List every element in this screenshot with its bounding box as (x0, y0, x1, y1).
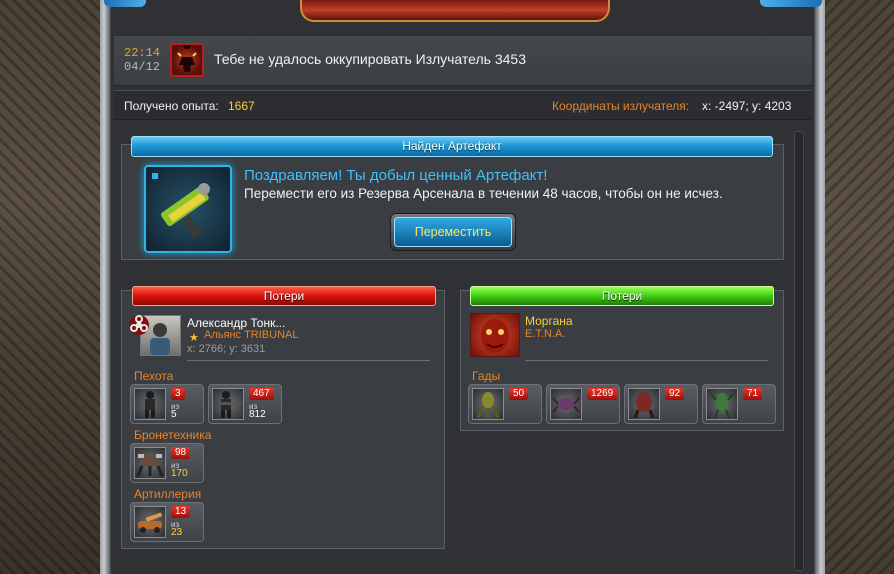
unit-card[interactable]: 1269 (546, 384, 620, 424)
enemy-name[interactable]: Моргана (525, 314, 573, 328)
units-total: 170 (171, 468, 188, 479)
divider (187, 360, 430, 361)
background-right (819, 0, 894, 574)
enemy-avatar[interactable] (470, 313, 520, 357)
player-alliance[interactable]: Альянс TRIBUNAL (204, 329, 298, 341)
xp-value: 1667 (228, 99, 255, 113)
units-lost-badge: 98 (171, 447, 191, 459)
units-lost-badge: 50 (509, 388, 529, 400)
mantis-icon (706, 388, 738, 420)
units-lost-badge: 1269 (587, 388, 618, 400)
artifact-weapon-icon[interactable] (144, 165, 232, 253)
units-lost-badge: 71 (743, 388, 763, 400)
xp-label: Получено опыта: (124, 99, 219, 113)
soldier-icon (134, 388, 166, 420)
artifact-header: Найден Артефакт (131, 136, 773, 157)
message-bar: 22:14 04/12 Тебе не удалось оккупировать… (114, 36, 812, 86)
units-total: 5 (171, 409, 177, 420)
artifact-title: Поздравляем! Ты добыл ценный Артефакт! (244, 167, 548, 184)
move-artifact-button[interactable]: Переместить (390, 213, 516, 251)
category-artillery: Артиллерия (134, 487, 202, 501)
window-top-ornament (300, 0, 610, 22)
message-date: 04/12 (124, 60, 161, 74)
move-artifact-label[interactable]: Переместить (394, 217, 512, 247)
category-creatures: Гады (472, 369, 501, 383)
artillery-icon (134, 506, 166, 538)
biohazard-icon (127, 313, 151, 337)
info-bar: Получено опыта: 1667 Координаты излучате… (114, 90, 812, 120)
unit-card[interactable]: 98 из 170 (130, 443, 204, 483)
unit-card[interactable]: 50 (468, 384, 542, 424)
units-lost-badge: 13 (171, 506, 191, 518)
sniper-icon (212, 388, 244, 420)
divider (525, 360, 768, 361)
unit-card[interactable]: 3 из 5 (130, 384, 204, 424)
units-lost-badge: 3 (171, 388, 185, 400)
category-infantry: Пехота (134, 369, 174, 383)
unit-card[interactable]: 467 из 812 (208, 384, 282, 424)
units-total: 23 (171, 527, 183, 538)
failed-occupation-icon (170, 41, 204, 77)
artifact-subtitle: Перемести его из Резерва Арсенала в тече… (244, 186, 723, 201)
spider-icon (550, 388, 582, 420)
unit-card[interactable]: 13 из 23 (130, 502, 204, 542)
units-lost-badge: 92 (665, 388, 685, 400)
unit-card[interactable]: 71 (702, 384, 776, 424)
units-total: 812 (249, 409, 266, 420)
background-left (0, 0, 110, 574)
player-name[interactable]: Александр Тонк... (187, 316, 285, 330)
category-armored: Бронетехника (134, 428, 212, 442)
message-text: Тебе не удалось оккупировать Излучатель … (214, 51, 526, 67)
defender-losses-header: Потери (470, 286, 774, 306)
emitter-coords-label: Координаты излучателя: (552, 99, 690, 113)
units-lost-badge: 467 (249, 388, 274, 400)
attacker-losses-header: Потери (132, 286, 436, 306)
emitter-coords-value[interactable]: x: -2497; y: 4203 (702, 99, 791, 113)
scrollbar[interactable] (794, 131, 804, 571)
mech-icon (134, 447, 166, 479)
unit-card[interactable]: 92 (624, 384, 698, 424)
window-corner-left (104, 0, 146, 7)
enemy-alliance[interactable]: E.T.N.A. (525, 328, 565, 340)
window-corner-right (760, 0, 822, 7)
creature-icon (472, 388, 504, 420)
beast-icon (628, 388, 660, 420)
player-coords[interactable]: x: 2766; y: 3631 (187, 343, 265, 355)
message-time: 22:14 (124, 46, 161, 60)
